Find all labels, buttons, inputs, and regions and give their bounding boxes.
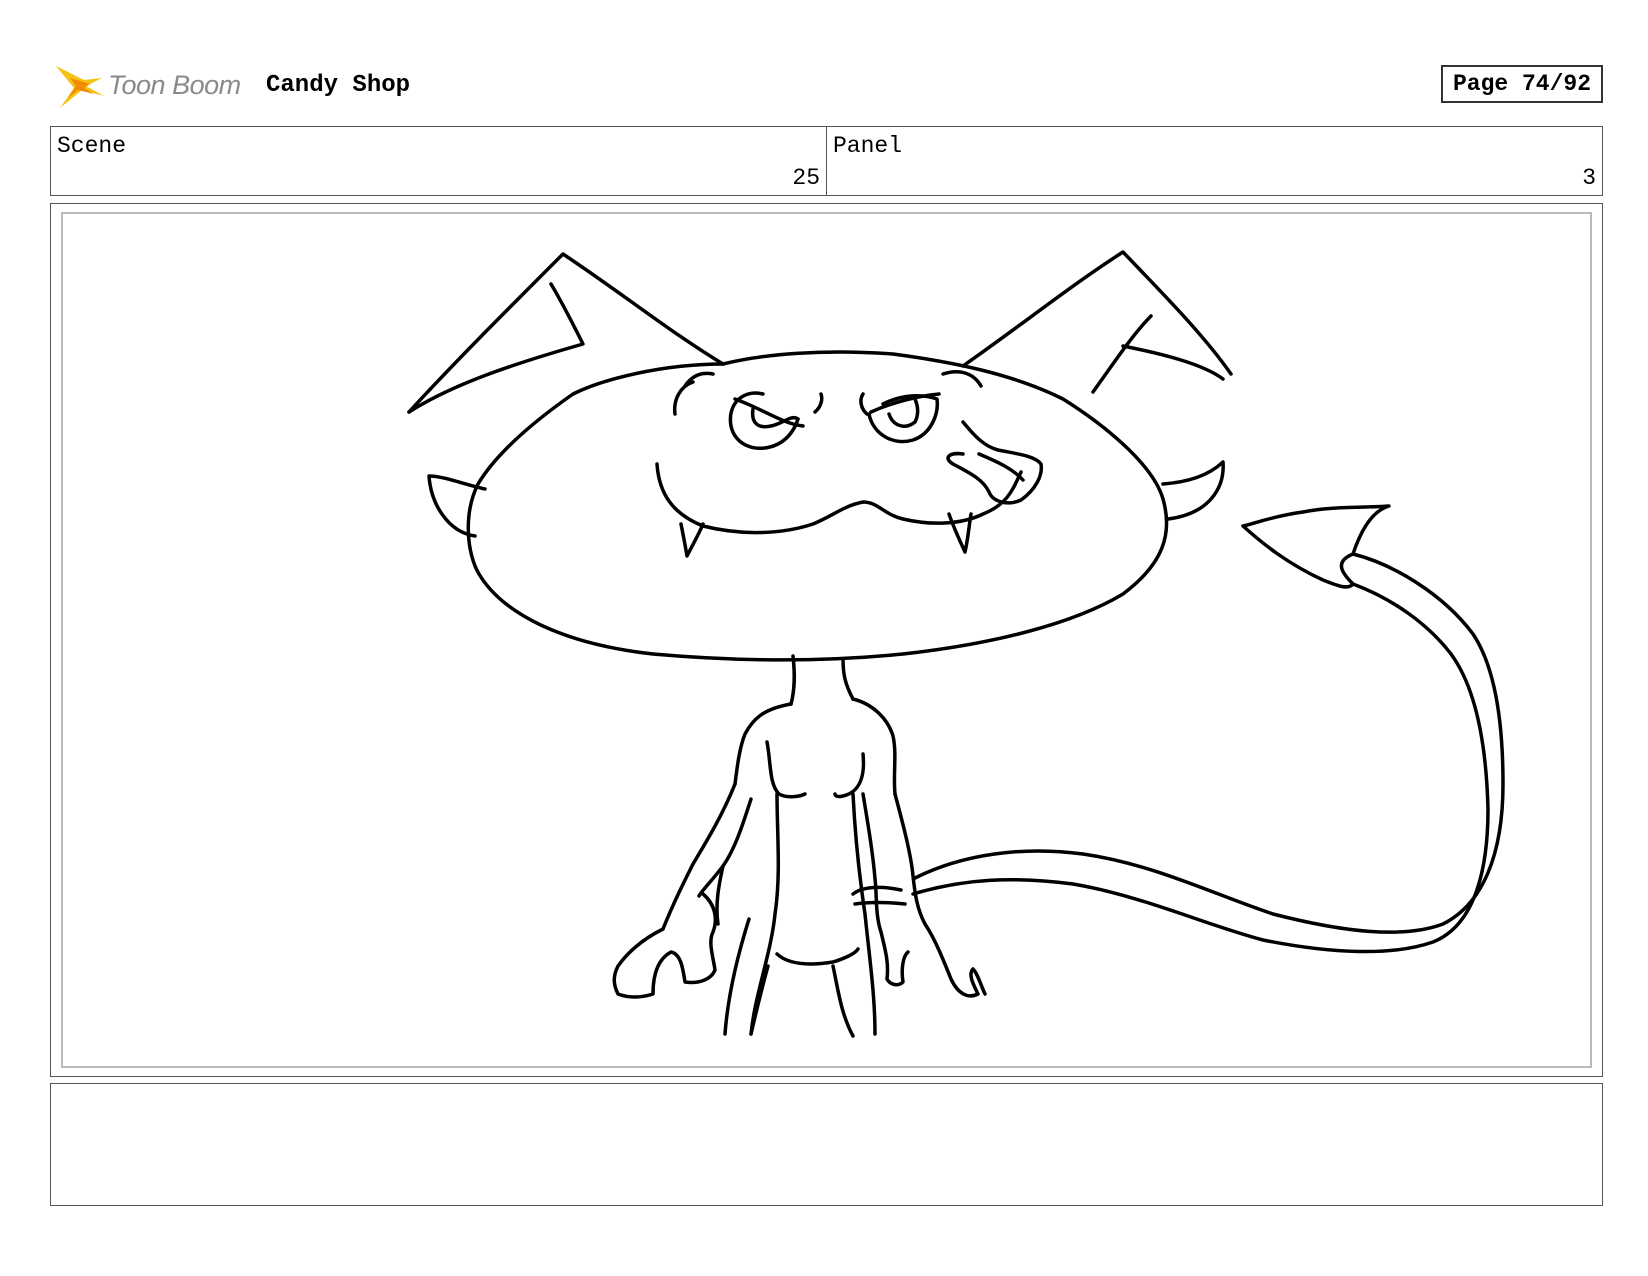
right-hand <box>879 922 987 998</box>
right-leg-inner <box>831 964 855 1038</box>
left-ear-inner <box>407 282 585 414</box>
scene-panel-row: Scene 25 Panel 3 <box>50 126 1603 196</box>
left-leg <box>749 964 770 1036</box>
right-ear <box>961 250 1233 376</box>
pelvis <box>775 947 860 966</box>
neck-left <box>789 654 797 706</box>
left-leg-outer <box>723 917 751 1036</box>
right-brow <box>859 392 869 416</box>
right-ear-inner <box>1091 314 1225 394</box>
right-brow-2 <box>941 370 983 388</box>
drawing-area <box>61 212 1592 1068</box>
torso-left <box>749 792 781 1036</box>
left-brow-2 <box>813 392 824 414</box>
drawing-panel <box>50 203 1603 1077</box>
left-fang <box>679 522 705 558</box>
head-outline <box>466 350 1169 662</box>
tail-outer <box>913 552 1505 934</box>
right-eye <box>867 393 940 444</box>
torso-right <box>851 792 877 1036</box>
logo-text: Toon Boom <box>108 70 241 100</box>
left-hand <box>612 892 717 999</box>
scene-cell: Scene 25 <box>51 127 826 195</box>
project-title: Candy Shop <box>266 72 411 99</box>
panel-label: Panel <box>833 133 903 159</box>
neck-right <box>841 657 855 701</box>
tail-arrowhead <box>1241 504 1391 589</box>
left-arm-inner <box>697 797 753 898</box>
panel-cell: Panel 3 <box>826 127 1602 195</box>
left-arm-outer <box>661 782 737 931</box>
flame-burst-icon <box>56 66 104 108</box>
toon-boom-logo: Toon Boom <box>50 58 250 114</box>
left-shoulder <box>733 702 793 786</box>
chest-left <box>765 740 807 799</box>
storyboard-header: Toon Boom Candy Shop Page 74/92 <box>50 58 1610 118</box>
chest-right <box>833 752 866 799</box>
tongue-line <box>977 452 1025 482</box>
left-brow <box>672 371 715 416</box>
left-eye-lid <box>733 397 805 428</box>
right-cheek-horn <box>1161 460 1225 521</box>
notes-box <box>50 1083 1603 1206</box>
panel-value: 3 <box>1582 165 1596 191</box>
scene-value: 25 <box>792 165 820 191</box>
mouth <box>655 462 1023 535</box>
scene-label: Scene <box>57 133 127 159</box>
devil-creature-sketch <box>407 250 1505 1038</box>
page-number: Page 74/92 <box>1441 65 1603 103</box>
